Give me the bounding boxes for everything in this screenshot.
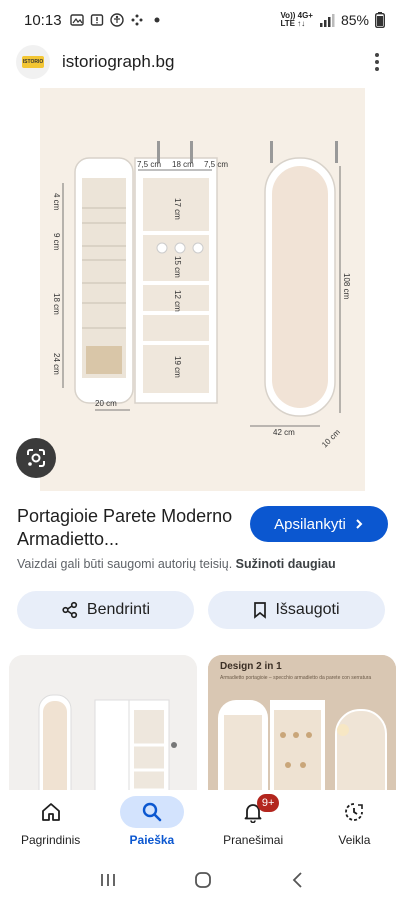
save-button[interactable]: Išsaugoti	[208, 591, 385, 629]
dim-label-11: 19 cm	[173, 356, 182, 378]
related-image-2-subtitle: Armadietto portagioie – specchio armadie…	[220, 675, 372, 681]
bottom-navigation: Pagrindinis Paieška 9+ Pranešimai Veikla	[0, 790, 405, 860]
home-icon	[41, 803, 60, 821]
battery-icon	[375, 12, 385, 28]
status-time: 10:13	[24, 11, 62, 29]
back-icon	[292, 872, 302, 888]
dim-label-10: 12 cm	[173, 290, 182, 312]
home-circle-icon	[194, 872, 211, 888]
copyright-notice: Vaizdai gali būti saugomi autorių teisių…	[17, 557, 336, 571]
home-system-button[interactable]	[191, 868, 215, 892]
nav-item-notifications[interactable]: 9+ Pranešimai	[203, 790, 304, 860]
nav-item-home[interactable]: Pagrindinis	[0, 790, 101, 860]
dim-label-3: 7,5 cm	[204, 160, 228, 169]
nav-label-activity: Veikla	[338, 833, 371, 847]
dim-label-7: 24 cm	[52, 353, 61, 375]
site-header: ISTORIO istoriograph.bg	[0, 40, 405, 84]
gallery-icon	[69, 14, 84, 26]
search-icon	[142, 802, 162, 822]
site-name[interactable]: istoriograph.bg	[62, 52, 174, 72]
dim-label-6: 18 cm	[52, 293, 61, 315]
bookmark-icon	[254, 602, 267, 619]
nav-label-search: Paieška	[129, 833, 175, 847]
net-bottom: LTE ↑↓	[280, 19, 306, 28]
dot-icon	[154, 17, 160, 23]
status-bar: 10:13 Vo)) 4G+ LTE ↑↓ 85%	[0, 0, 405, 40]
nav-label-home: Pagrindinis	[20, 833, 81, 847]
dots-cross-icon	[131, 14, 143, 26]
system-navigation	[0, 860, 405, 900]
battery-percent: 85%	[340, 12, 369, 28]
copyright-text: Vaizdai gali būti saugomi autorių teisių…	[17, 557, 233, 571]
jewelry-cabinet-illustration: 7,5 cm 18 cm 7,5 cm 4 cm 9 cm 18 cm 24 c…	[40, 88, 365, 491]
alert-icon	[90, 14, 103, 26]
visit-button[interactable]: Apsilankyti	[250, 506, 388, 542]
dim-label-8: 17 cm	[173, 198, 182, 220]
learn-more-link[interactable]: Sužinoti daugiau	[236, 557, 336, 571]
dim-label-14: 42 cm	[273, 428, 295, 437]
nav-label-notifications: Pranešimai	[223, 833, 284, 847]
notification-icons	[69, 13, 164, 27]
network-label: Vo)) 4G+ LTE ↑↓	[280, 12, 313, 28]
dim-label-1: 7,5 cm	[137, 160, 161, 169]
nav-item-activity[interactable]: Veikla	[304, 790, 405, 860]
site-logo[interactable]: ISTORIO	[16, 45, 50, 79]
result-title[interactable]: Portagioie Parete Moderno Armadietto...	[17, 505, 237, 551]
notification-badge: 9+	[257, 794, 280, 812]
related-image-2-heading: Design 2 in 1	[220, 661, 282, 672]
dim-label-12: 20 cm	[95, 399, 117, 408]
back-button[interactable]	[286, 868, 310, 892]
dim-label-13: 108 cm	[342, 273, 351, 300]
recent-apps-button[interactable]	[96, 868, 120, 892]
accessibility-icon	[109, 13, 124, 27]
visit-label: Apsilankyti	[274, 515, 346, 533]
share-button[interactable]: Bendrinti	[17, 591, 194, 629]
status-right: Vo)) 4G+ LTE ↑↓ 85%	[280, 12, 385, 28]
activity-icon	[345, 803, 364, 821]
share-icon	[62, 601, 78, 619]
dim-label-2: 18 cm	[172, 160, 194, 169]
nav-item-search[interactable]: Paieška	[101, 790, 202, 860]
dim-label-5: 9 cm	[52, 233, 61, 251]
recent-apps-icon	[100, 874, 115, 886]
signal-icon	[319, 14, 335, 27]
dim-label-4: 4 cm	[52, 193, 61, 211]
chevron-right-icon	[356, 519, 363, 529]
lens-icon[interactable]	[16, 438, 56, 478]
product-image[interactable]: 7,5 cm 18 cm 7,5 cm 4 cm 9 cm 18 cm 24 c…	[40, 88, 365, 491]
more-options-icon[interactable]	[365, 50, 389, 74]
site-logo-mark: ISTORIO	[22, 56, 44, 68]
share-label: Bendrinti	[86, 601, 151, 618]
save-label: Išsaugoti	[275, 601, 340, 618]
dim-label-9: 15 cm	[173, 256, 182, 278]
